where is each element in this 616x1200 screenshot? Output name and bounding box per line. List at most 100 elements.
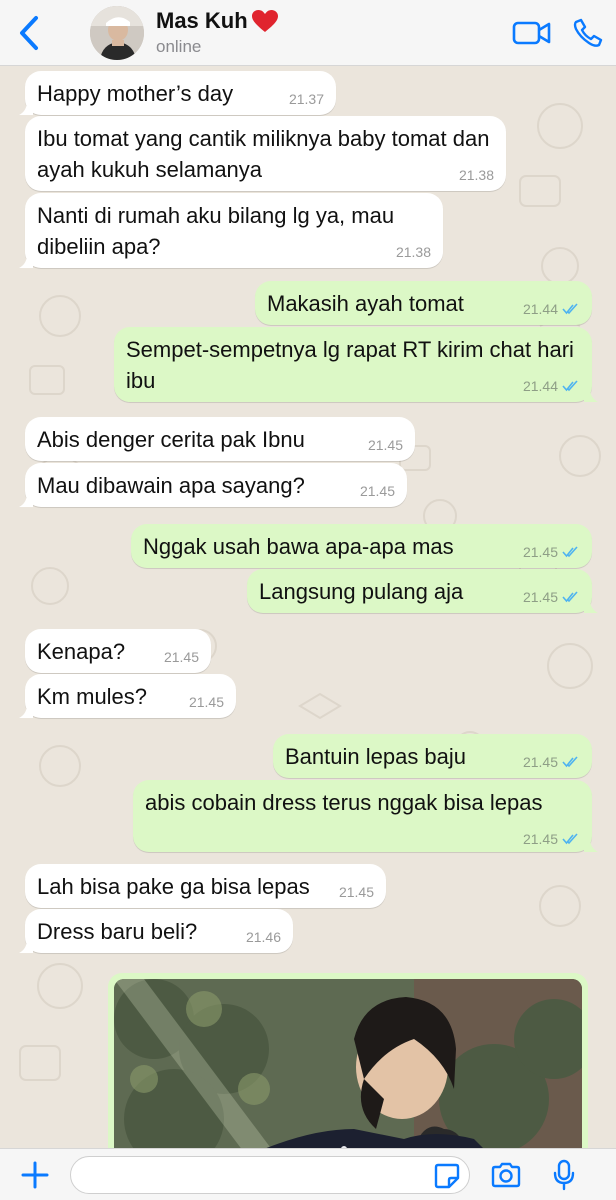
contact-status: online (156, 36, 202, 56)
bubble-tail (19, 493, 33, 507)
contact-info[interactable]: Mas Kuh online (156, 8, 279, 58)
heart-icon (251, 9, 278, 32)
microphone-icon (553, 1159, 575, 1190)
message-text: Ibu tomat yang cantik miliknya baby toma… (37, 126, 490, 182)
message-timestamp: 21.45 (522, 831, 558, 847)
avatar[interactable] (90, 5, 144, 60)
message-timestamp: 21.37 (288, 91, 324, 107)
message-time: 21.45 (523, 590, 580, 604)
phone-icon (573, 18, 603, 47)
message-timestamp: 21.45 (163, 649, 199, 665)
message-bubble-incoming[interactable]: Lah bisa pake ga bisa lepas 21.45 (25, 864, 386, 908)
message-bubble-incoming[interactable]: Kenapa? 21.45 (25, 629, 211, 673)
message-bubble-outgoing[interactable]: Bantuin lepas baju 21.45 (273, 734, 592, 778)
message-text: Makasih ayah tomat (267, 291, 464, 316)
bubble-tail (19, 254, 33, 268)
message-text: Lah bisa pake ga bisa lepas (37, 874, 310, 899)
bubble-tail (584, 599, 598, 613)
message-time: 21.37 (289, 92, 324, 106)
double-check-icon (562, 756, 578, 768)
bubble-tail (584, 388, 598, 402)
contact-name: Mas Kuh (156, 7, 248, 33)
double-check-icon (562, 546, 578, 558)
bubble-tail (19, 939, 33, 953)
message-time: 21.38 (459, 168, 494, 182)
message-time: 21.45 (339, 885, 374, 899)
message-text: Km mules? (37, 684, 148, 709)
message-bubble-outgoing[interactable]: Makasih ayah tomat 21.44 (255, 281, 592, 325)
bubble-tail (584, 838, 598, 852)
message-time: 21.45 (523, 755, 580, 769)
message-timestamp: 21.38 (458, 167, 494, 183)
message-text: Langsung pulang aja (259, 579, 464, 604)
chat-header: Mas Kuh online (0, 0, 616, 66)
double-check-icon (562, 833, 578, 845)
message-timestamp: 21.45 (522, 754, 558, 770)
photo-thumbnail[interactable] (114, 979, 582, 1148)
attach-button[interactable] (0, 1149, 70, 1200)
bubble-tail (19, 704, 33, 718)
message-text: Nanti di rumah aku bilang lg ya, mau dib… (37, 203, 395, 259)
message-bubble-incoming[interactable]: Ibu tomat yang cantik miliknya baby toma… (25, 116, 506, 191)
message-bubble-incoming[interactable]: Mau dibawain apa sayang? 21.45 (19, 463, 407, 507)
message-timestamp: 21.44 (522, 378, 558, 394)
message-bubble-outgoing[interactable]: Sempet-sempetnya lg rapat RT kirim chat … (114, 327, 598, 402)
message-time: 21.45 (360, 484, 395, 498)
message-bubble-incoming[interactable]: Km mules? 21.45 (19, 674, 236, 718)
message-timestamp: 21.45 (188, 694, 224, 710)
back-button[interactable] (0, 0, 58, 66)
message-time: 21.38 (396, 245, 431, 259)
message-input[interactable] (85, 1156, 425, 1193)
double-check-icon (562, 380, 578, 392)
contact-name-row: Mas Kuh (156, 8, 279, 34)
message-timestamp: 21.45 (367, 437, 403, 453)
bubble-tail (19, 101, 33, 115)
message-bubble-incoming[interactable]: Abis denger cerita pak Ibnu 21.45 (25, 417, 415, 461)
message-time: 21.44 (523, 379, 580, 393)
camera-icon (491, 1162, 521, 1187)
chat-area[interactable]: Happy mother’s day 21.37 Ibu tomat yang … (0, 66, 616, 1148)
message-bubble-outgoing[interactable]: Nggak usah bawa apa-apa mas 21.45 (131, 524, 592, 568)
message-time: 21.46 (246, 930, 281, 944)
message-input-container (70, 1155, 470, 1194)
message-timestamp: 21.45 (359, 483, 395, 499)
message-time: 21.44 (523, 302, 580, 316)
photo-image (114, 979, 582, 1148)
message-bubble-incoming[interactable]: Happy mother’s day 21.37 (19, 71, 336, 115)
message-text: Sempet-sempetnya lg rapat RT kirim chat … (126, 337, 574, 393)
message-bubble-incoming[interactable]: Dress baru beli? 21.46 (19, 909, 293, 953)
plus-icon (21, 1161, 49, 1188)
message-composer (0, 1148, 616, 1200)
double-check-icon (562, 303, 578, 315)
message-timestamp: 21.45 (338, 884, 374, 900)
message-bubble-incoming[interactable]: Nanti di rumah aku bilang lg ya, mau dib… (19, 193, 443, 268)
message-timestamp: 21.45 (522, 589, 558, 605)
message-text: Nggak usah bawa apa-apa mas (143, 534, 454, 559)
message-text: Mau dibawain apa sayang? (37, 473, 305, 498)
message-text: Bantuin lepas baju (285, 744, 467, 769)
message-timestamp: 21.45 (522, 544, 558, 560)
avatar-image (90, 5, 144, 60)
sticker-button[interactable] (433, 1162, 461, 1190)
message-text: Dress baru beli? (37, 919, 198, 944)
message-time: 21.45 (189, 695, 224, 709)
message-time: 21.45 (368, 438, 403, 452)
message-text: Kenapa? (37, 639, 126, 664)
voice-call-button[interactable] (560, 0, 616, 66)
message-time: 21.45 (523, 832, 580, 846)
message-bubble-outgoing[interactable]: abis cobain dress terus nggak bisa lepas… (133, 780, 598, 852)
message-text: abis cobain dress terus nggak bisa lepas (145, 790, 543, 815)
camera-button[interactable] (470, 1149, 542, 1200)
double-check-icon (562, 591, 578, 603)
header-actions (504, 0, 616, 66)
chevron-left-icon (20, 15, 38, 50)
microphone-button[interactable] (542, 1149, 586, 1200)
video-call-button[interactable] (504, 0, 560, 66)
message-timestamp: 21.46 (245, 929, 281, 945)
message-time: 21.45 (164, 650, 199, 664)
video-camera-icon (512, 21, 551, 44)
photo-message-bubble[interactable] (108, 973, 588, 1148)
message-bubble-outgoing[interactable]: Langsung pulang aja 21.45 (247, 569, 598, 613)
message-timestamp: 21.38 (395, 244, 431, 260)
sticker-icon (434, 1163, 460, 1188)
